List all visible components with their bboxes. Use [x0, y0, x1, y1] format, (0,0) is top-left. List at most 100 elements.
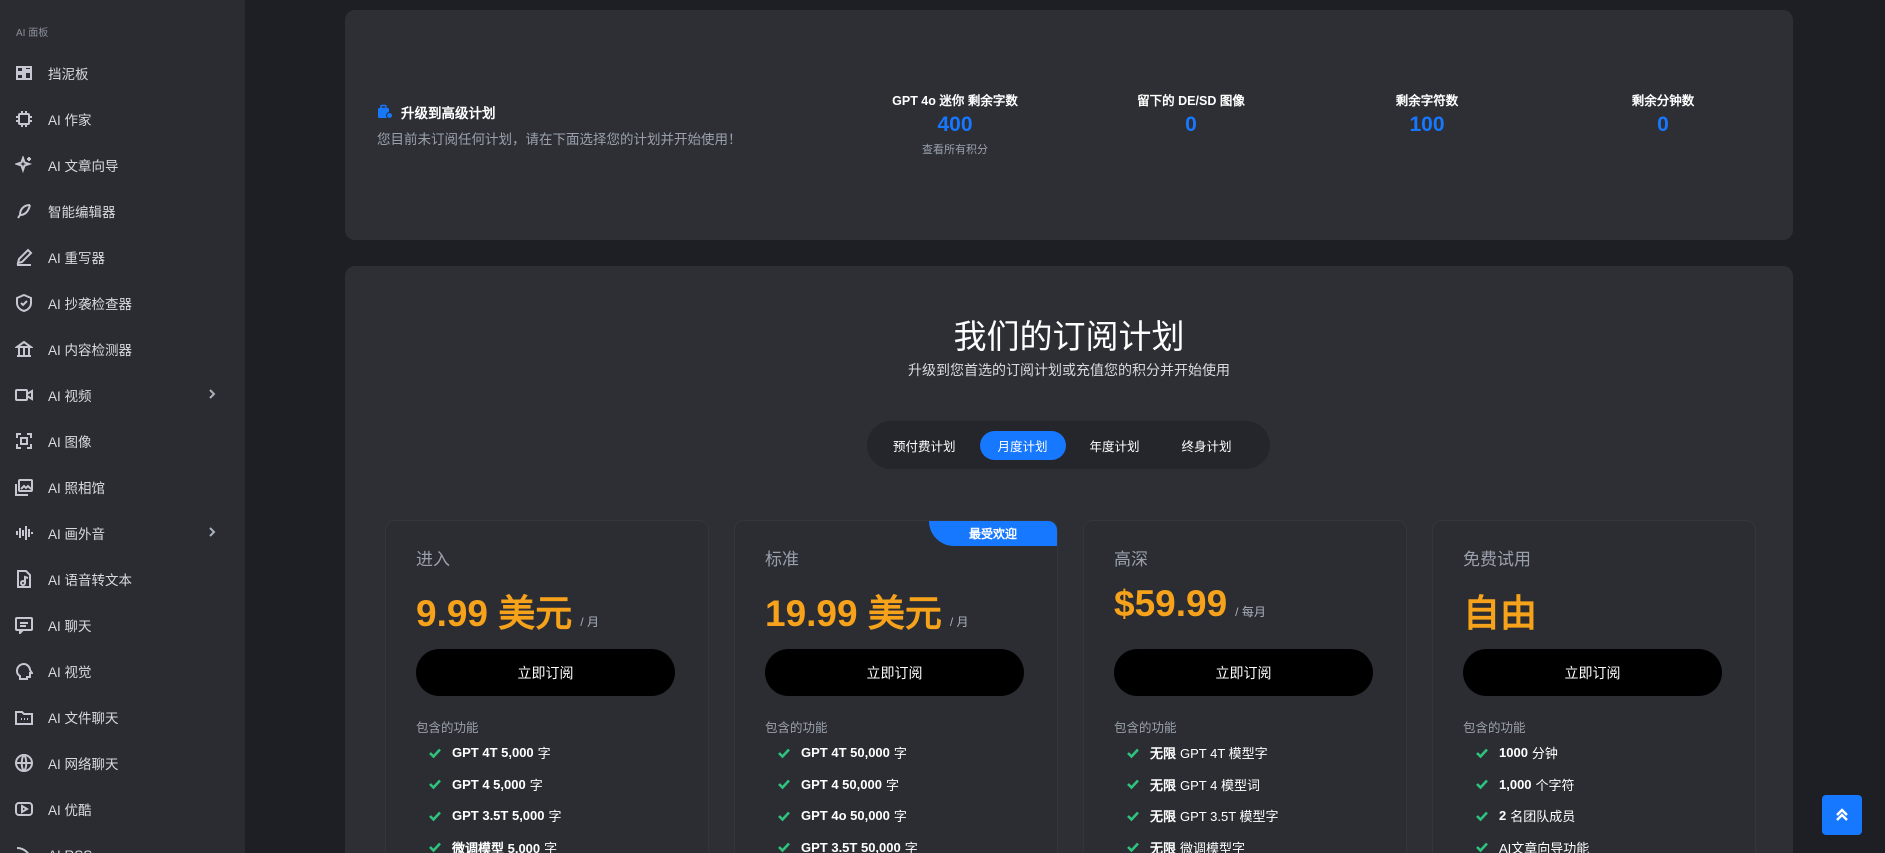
tab-plan-period-0[interactable]: 预付费计划 — [875, 431, 974, 460]
features-heading: 包含的功能 — [416, 721, 479, 735]
feature-strong: GPT 4o 50,000 — [801, 808, 890, 824]
subscribe-button[interactable]: 立即订阅 — [765, 649, 1024, 696]
feature-text: 字 — [537, 746, 551, 762]
sidebar-item-label: AI 文件聊天 — [48, 711, 119, 726]
feature-list: GPT 4T 5,000 字 GPT 4 5,000 字 GPT 3.5T 5,000 字… — [428, 737, 562, 853]
sidebar-item-label: AI 视频 — [48, 389, 92, 404]
feature-item: GPT 4 50,000 字 — [777, 769, 918, 801]
plan-price: 19.99 美元 — [765, 593, 942, 634]
audio-wave-icon — [15, 524, 33, 542]
sidebar-item-label: AI 文章向导 — [48, 159, 119, 174]
sidebar-item-label: AI 网络聊天 — [48, 757, 119, 772]
stat-value: 0 — [1657, 113, 1669, 136]
plan-period-tabs: 预付费计划 月度计划 年度计划 终身计划 — [867, 421, 1270, 469]
feature-text: GPT 4 模型词 — [1180, 777, 1260, 793]
stat-characters: 剩余字符数 100 — [1317, 90, 1537, 137]
sidebar-item-label: AI 视觉 — [48, 665, 92, 680]
sidebar-item-label: AI 语音转文本 — [48, 573, 133, 588]
plan-period: / 每月 — [1235, 605, 1266, 619]
features-heading: 包含的功能 — [765, 721, 828, 735]
sidebar-item-3[interactable]: 智能编辑器 — [0, 188, 245, 234]
check-icon — [1475, 840, 1489, 853]
plan-period: / 月 — [580, 615, 599, 629]
check-icon — [1475, 746, 1489, 760]
feature-item: 1,000 个字符 — [1475, 769, 1589, 801]
tab-plan-period-1[interactable]: 月度计划 — [979, 430, 1066, 460]
sidebar-item-5[interactable]: AI 抄袭检查器 — [0, 280, 245, 326]
sidebar-item-label: AI 照相馆 — [48, 481, 106, 496]
feature-item: GPT 4o 50,000 字 — [777, 800, 918, 832]
feature-text: AI文章向导功能 — [1499, 840, 1590, 853]
sidebar-item-15[interactable]: AI 网络聊天 — [0, 740, 245, 786]
subscribe-button[interactable]: 立即订阅 — [1114, 649, 1373, 696]
plan-price: 自由 — [1463, 593, 1537, 634]
sidebar-item-label: 挡泥板 — [48, 67, 89, 82]
sidebar-item-8[interactable]: AI 图像 — [0, 418, 245, 464]
sidebar-item-6[interactable]: AI 内容检测器 — [0, 326, 245, 372]
photo-gallery-icon — [15, 478, 33, 496]
plan-card-2: 高深 $59.99/ 每月 立即订阅 包含的功能 无限 GPT 4T 模型字 无限 GPT 4… — [1083, 520, 1407, 853]
chip-icon — [15, 110, 33, 128]
feature-item: 1000 分钟 — [1475, 737, 1589, 769]
feature-item: 无限 GPT 4T 模型字 — [1126, 737, 1279, 769]
scroll-to-top-button[interactable] — [1822, 795, 1862, 835]
tab-plan-period-2[interactable]: 年度计划 — [1072, 431, 1158, 460]
feature-text: 字 — [893, 809, 907, 825]
sidebar-item-10[interactable]: AI 画外音 — [0, 510, 245, 556]
check-icon — [1126, 840, 1140, 853]
feature-list: 无限 GPT 4T 模型字 无限 GPT 4 模型词 无限 GPT 3.5T 模型字 无限微… — [1126, 737, 1279, 853]
stat-label: 剩余分钟数 — [1631, 94, 1695, 108]
feature-strong: 无限 — [1150, 809, 1177, 825]
sidebar-item-11[interactable]: AI 语音转文本 — [0, 556, 245, 602]
sidebar-item-label: AI 画外音 — [48, 527, 106, 542]
sidebar-item-12[interactable]: AI 聊天 — [0, 602, 245, 648]
feature-strong: 2 — [1499, 808, 1507, 824]
feature-item: GPT 3.5T 5,000 字 — [428, 800, 562, 832]
sidebar-item-0[interactable]: 挡泥板 — [0, 50, 245, 96]
feature-text: 字 — [544, 840, 558, 853]
view-all-credits-link[interactable]: 查看所有积分 — [845, 141, 1065, 157]
feature-text: 字 — [548, 809, 562, 825]
subscribe-button[interactable]: 立即订阅 — [416, 649, 675, 696]
plan-name: 进入 — [416, 550, 450, 569]
sidebar-item-1[interactable]: AI 作家 — [0, 96, 245, 142]
tab-plan-period-3[interactable]: 终身计划 — [1164, 431, 1250, 460]
sidebar-item-label: 智能编辑器 — [48, 205, 116, 220]
sidebar-item-label: AI RSS — [48, 848, 92, 853]
chat-icon — [15, 616, 33, 634]
feature-item: 无限 微调模型字 — [1126, 832, 1279, 853]
feature-text: 个字符 — [1535, 777, 1575, 793]
sidebar-item-label: AI 聊天 — [48, 619, 92, 634]
sidebar-item-17[interactable]: AI RSS — [0, 832, 245, 853]
double-chevron-up-icon — [1836, 808, 1848, 821]
sidebar-item-7[interactable]: AI 视频 — [0, 372, 245, 418]
plans-title: 我们的订阅计划 — [953, 318, 1185, 355]
stat-gpt4o-words: GPT 4o 迷你 剩余字数 400 查看所有积分 — [845, 90, 1065, 157]
subscribe-button[interactable]: 立即订阅 — [1463, 649, 1722, 696]
feature-item: 无限 GPT 4 模型词 — [1126, 769, 1279, 801]
sidebar-item-16[interactable]: AI 优酷 — [0, 786, 245, 832]
feature-text: 字 — [885, 777, 899, 793]
check-icon — [1126, 777, 1140, 791]
sidebar-item-14[interactable]: AI 文件聊天 — [0, 694, 245, 740]
sidebar-item-13[interactable]: AI 视觉 — [0, 648, 245, 694]
feature-item: 2 名团队成员 — [1475, 800, 1589, 832]
feature-strong: GPT 4 5,000 — [452, 776, 526, 792]
feature-item: GPT 4 5,000 字 — [428, 769, 562, 801]
sidebar-item-label: AI 抄袭检查器 — [48, 297, 133, 312]
sidebar-item-2[interactable]: AI 文章向导 — [0, 142, 245, 188]
check-icon — [1475, 777, 1489, 791]
check-icon — [777, 809, 791, 823]
features-heading: 包含的功能 — [1114, 721, 1177, 735]
upgrade-icon — [377, 104, 393, 120]
feature-strong: 无限 — [1150, 840, 1177, 853]
feature-text: GPT 3.5T 模型字 — [1180, 809, 1279, 825]
plan-card-0: 进入 9.99 美元 / 月立即订阅 包含的功能 GPT 4T 5,000 字 GPT 4 … — [385, 520, 709, 853]
sidebar-item-9[interactable]: AI 照相馆 — [0, 464, 245, 510]
most-popular-badge: 最受欢迎 — [929, 521, 1057, 546]
stat-value: 100 — [1409, 113, 1445, 136]
feature-item: 无限 GPT 3.5T 模型字 — [1126, 800, 1279, 832]
check-icon — [1475, 809, 1489, 823]
sidebar-item-4[interactable]: AI 重写器 — [0, 234, 245, 280]
feature-strong: GPT 3.5T 5,000 — [452, 808, 545, 824]
